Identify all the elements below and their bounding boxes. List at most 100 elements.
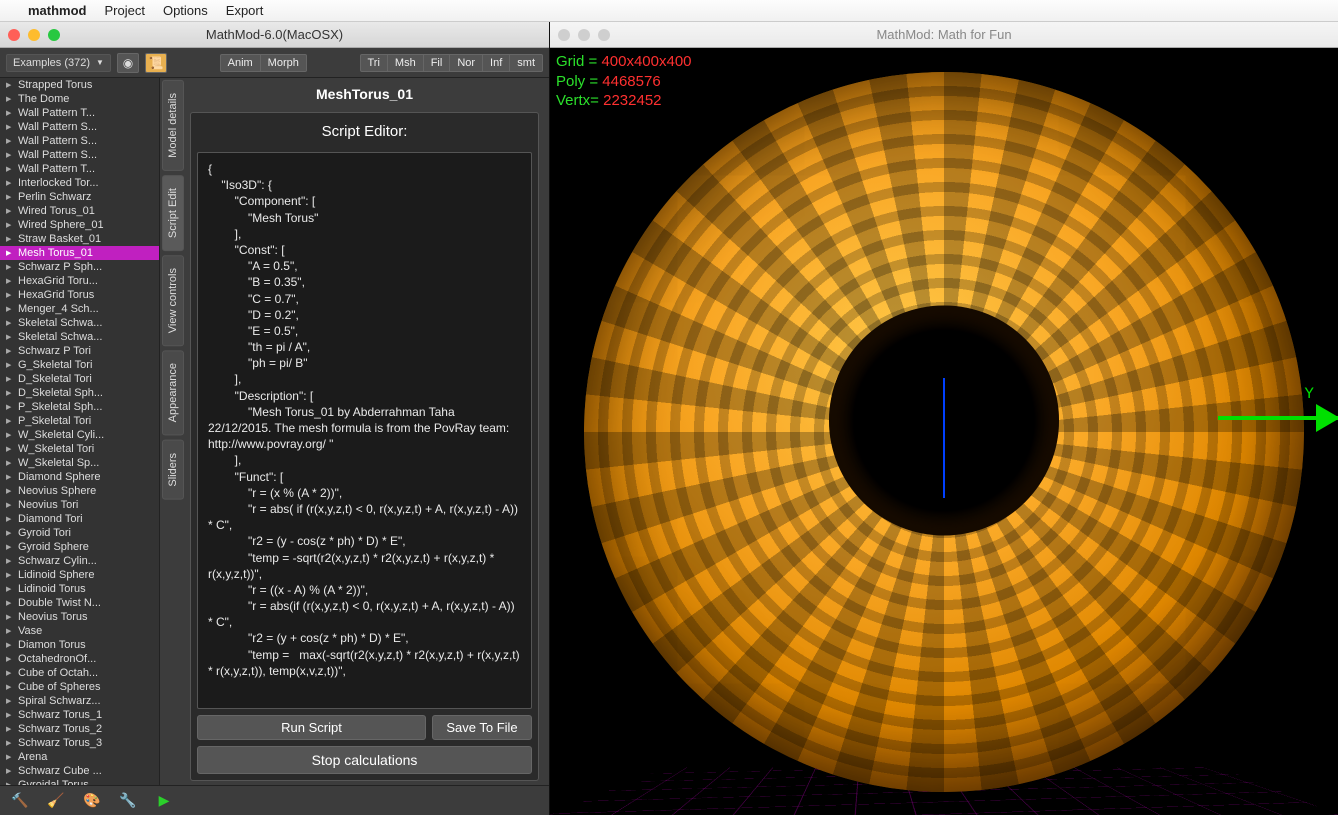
close-icon[interactable] xyxy=(558,29,570,41)
viewport-titlebar[interactable]: MathMod: Math for Fun xyxy=(550,22,1338,48)
tree-item[interactable]: Wall Pattern S... xyxy=(0,148,159,162)
tree-item[interactable]: Wired Sphere_01 xyxy=(0,218,159,232)
tree-item[interactable]: G_Skeletal Tori xyxy=(0,358,159,372)
play-icon[interactable]: ▶ xyxy=(154,791,174,811)
tree-item[interactable]: Neovius Tori xyxy=(0,498,159,512)
tree-item[interactable]: Schwarz Cylin... xyxy=(0,554,159,568)
wrench-icon[interactable]: 🔧 xyxy=(118,791,138,811)
tree-item[interactable]: Schwarz Torus_1 xyxy=(0,708,159,722)
tree-item[interactable]: Cube of Spheres xyxy=(0,680,159,694)
menu-export[interactable]: Export xyxy=(226,3,264,18)
tree-item[interactable]: Wall Pattern S... xyxy=(0,134,159,148)
tree-item[interactable]: Gyroid Tori xyxy=(0,526,159,540)
stop-calculations-button[interactable]: Stop calculations xyxy=(197,746,532,774)
tree-item[interactable]: Cube of Octah... xyxy=(0,666,159,680)
smt-button[interactable]: smt xyxy=(510,54,543,72)
hammer-icon[interactable]: 🔨 xyxy=(10,791,30,811)
tree-item[interactable]: Wired Torus_01 xyxy=(0,204,159,218)
script-icon[interactable]: 📜 xyxy=(145,53,167,73)
tree-item[interactable]: HexaGrid Torus xyxy=(0,288,159,302)
tree-item[interactable]: Wall Pattern T... xyxy=(0,162,159,176)
tree-item[interactable]: Neovius Sphere xyxy=(0,484,159,498)
script-panel: Script Editor: { "Iso3D": { "Component":… xyxy=(190,112,539,781)
tree-item[interactable]: Gyroid Sphere xyxy=(0,540,159,554)
tree-item[interactable]: Lidinoid Sphere xyxy=(0,568,159,582)
tree-item[interactable]: Interlocked Tor... xyxy=(0,176,159,190)
tree-item[interactable]: Vase xyxy=(0,624,159,638)
minimize-icon[interactable] xyxy=(28,29,40,41)
vtab-script-edit[interactable]: Script Edit xyxy=(162,175,184,251)
zoom-icon[interactable] xyxy=(48,29,60,41)
tree-item[interactable]: Skeletal Schwa... xyxy=(0,330,159,344)
hud-poly-label: Poly = xyxy=(556,73,598,90)
globe-icon[interactable]: ◉ xyxy=(117,53,139,73)
tree-item[interactable]: P_Skeletal Tori xyxy=(0,414,159,428)
tree-item[interactable]: Schwarz P Sph... xyxy=(0,260,159,274)
tree-item[interactable]: Schwarz Torus_3 xyxy=(0,736,159,750)
msh-button[interactable]: Msh xyxy=(388,54,424,72)
tree-item[interactable]: OctahedronOf... xyxy=(0,652,159,666)
tree-item[interactable]: Wall Pattern T... xyxy=(0,106,159,120)
tree-item[interactable]: Lidinoid Torus xyxy=(0,582,159,596)
3d-viewport[interactable]: Y Grid = 400x400x400 Poly = 4468576 Vert… xyxy=(550,48,1338,815)
tree-item[interactable]: Spiral Schwarz... xyxy=(0,694,159,708)
hud-vertx-label: Vertx= xyxy=(556,92,599,109)
minimize-icon[interactable] xyxy=(578,29,590,41)
tree-item[interactable]: HexaGrid Toru... xyxy=(0,274,159,288)
script-textarea[interactable]: { "Iso3D": { "Component": [ "Mesh Torus"… xyxy=(197,152,532,709)
menu-options[interactable]: Options xyxy=(163,3,208,18)
tree-item[interactable]: Neovius Torus xyxy=(0,610,159,624)
fil-button[interactable]: Fil xyxy=(424,54,451,72)
tree-item[interactable]: W_Skeletal Cyli... xyxy=(0,428,159,442)
hud-grid-label: Grid = xyxy=(556,53,597,70)
morph-button[interactable]: Morph xyxy=(261,54,307,72)
z-axis xyxy=(943,378,945,498)
tree-item[interactable]: Diamond Sphere xyxy=(0,470,159,484)
run-script-button[interactable]: Run Script xyxy=(197,715,426,740)
vertical-tabs: Model details Script Edit View controls App… xyxy=(160,78,186,785)
examples-combo[interactable]: Examples (372) ▼ xyxy=(6,54,111,72)
tree-item[interactable]: Diamon Torus xyxy=(0,638,159,652)
tree-item[interactable]: Mesh Torus_01 xyxy=(0,246,159,260)
inf-button[interactable]: Inf xyxy=(483,54,510,72)
editor-titlebar[interactable]: MathMod-6.0(MacOSX) xyxy=(0,22,549,48)
tree-item[interactable]: W_Skeletal Sp... xyxy=(0,456,159,470)
brush-icon[interactable]: 🧹 xyxy=(46,791,66,811)
tree-item[interactable]: Double Twist N... xyxy=(0,596,159,610)
tree-item[interactable]: Wall Pattern S... xyxy=(0,120,159,134)
tree-item[interactable]: D_Skeletal Tori xyxy=(0,372,159,386)
palette-icon[interactable]: 🎨 xyxy=(82,791,102,811)
model-tree[interactable]: Strapped TorusThe DomeWall Pattern T...W… xyxy=(0,78,160,785)
vtab-model-details[interactable]: Model details xyxy=(162,80,184,171)
tree-item[interactable]: Arena xyxy=(0,750,159,764)
script-editor-title: Script Editor: xyxy=(191,113,538,146)
tree-item[interactable]: Straw Basket_01 xyxy=(0,232,159,246)
chevron-down-icon: ▼ xyxy=(96,58,104,67)
tree-item[interactable]: Schwarz Torus_2 xyxy=(0,722,159,736)
tree-item[interactable]: Skeletal Schwa... xyxy=(0,316,159,330)
y-axis-label: Y xyxy=(1304,385,1314,403)
tri-button[interactable]: Tri xyxy=(360,54,388,72)
vtab-view-controls[interactable]: View controls xyxy=(162,255,184,346)
tree-item[interactable]: Schwarz Cube ... xyxy=(0,764,159,778)
tree-item[interactable]: Perlin Schwarz xyxy=(0,190,159,204)
tree-item[interactable]: D_Skeletal Sph... xyxy=(0,386,159,400)
anim-button[interactable]: Anim xyxy=(220,54,261,72)
tree-item[interactable]: Strapped Torus xyxy=(0,78,159,92)
tree-item[interactable]: The Dome xyxy=(0,92,159,106)
menu-project[interactable]: Project xyxy=(105,3,145,18)
vtab-sliders[interactable]: Sliders xyxy=(162,440,184,500)
app-menu[interactable]: mathmod xyxy=(28,3,87,18)
close-icon[interactable] xyxy=(8,29,20,41)
tree-item[interactable]: P_Skeletal Sph... xyxy=(0,400,159,414)
tree-item[interactable]: Gyroidal Torus xyxy=(0,778,159,785)
save-to-file-button[interactable]: Save To File xyxy=(432,715,532,740)
tree-item[interactable]: W_Skeletal Tori xyxy=(0,442,159,456)
nor-button[interactable]: Nor xyxy=(450,54,483,72)
tree-item[interactable]: Schwarz P Tori xyxy=(0,344,159,358)
y-axis-arrow xyxy=(1218,416,1338,420)
zoom-icon[interactable] xyxy=(598,29,610,41)
tree-item[interactable]: Menger_4 Sch... xyxy=(0,302,159,316)
tree-item[interactable]: Diamond Tori xyxy=(0,512,159,526)
vtab-appearance[interactable]: Appearance xyxy=(162,350,184,435)
